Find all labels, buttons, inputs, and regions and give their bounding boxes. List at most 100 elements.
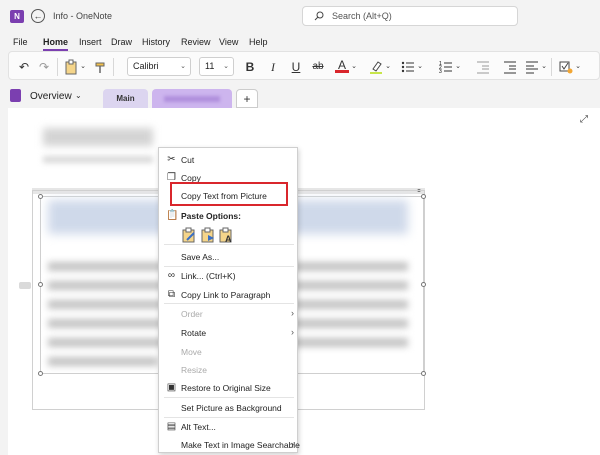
font-color-button[interactable]: A (335, 59, 349, 73)
highlight-box (170, 182, 288, 206)
onenote-icon: N (10, 10, 24, 23)
chevron-down-icon[interactable]: ⌄ (416, 59, 424, 75)
tab-review[interactable]: Review (181, 37, 211, 47)
ribbon-divider (551, 58, 552, 76)
ribbon-toolbar: ↶ ↷ ⌄ Calibri ⌄ 11 ⌄ B I U ab A ⌄ ⌄ ⌄ 1 … (8, 51, 600, 80)
menu-item-restore-size[interactable]: ▣ Restore to Original Size (159, 379, 299, 397)
tab-file[interactable]: File (13, 37, 28, 47)
svg-text:3: 3 (439, 69, 442, 75)
font-size-value: 11 (205, 61, 215, 71)
resize-handle[interactable] (38, 371, 43, 376)
scissors-icon: ✂ (167, 154, 176, 165)
chevron-down-icon[interactable]: ⌄ (574, 59, 582, 75)
resize-handle[interactable] (38, 282, 43, 287)
chevron-down-icon[interactable]: ⌄ (540, 59, 548, 75)
menu-bar: File Home Insert Draw History Review Vie… (0, 34, 600, 51)
svg-text:A: A (225, 234, 232, 243)
restore-size-icon: ▣ (166, 382, 177, 393)
menu-separator (164, 244, 294, 245)
add-section-button[interactable]: + (236, 89, 258, 108)
menu-item-set-picture-background[interactable]: Set Picture as Background (159, 399, 299, 417)
section-tab-main[interactable]: Main (103, 89, 148, 108)
strikethrough-button[interactable]: ab (310, 59, 326, 75)
align-icon[interactable] (525, 59, 539, 75)
menu-item-label: Link... (Ctrl+K) (181, 271, 236, 281)
menu-item-label: Copy Link to Paragraph (181, 290, 271, 300)
title-bar: N ← Info - OneNote Search (Alt+Q) (0, 0, 600, 32)
back-button[interactable]: ← (31, 9, 45, 23)
increase-indent-icon[interactable] (503, 59, 517, 75)
menu-item-paste-options: 📋 Paste Options: (159, 207, 299, 225)
chevron-down-icon[interactable]: ⌄ (350, 59, 358, 75)
menu-item-alt-text[interactable]: ▤ Alt Text... (159, 418, 299, 436)
font-name-select[interactable]: Calibri ⌄ (127, 57, 191, 76)
menu-item-make-text-searchable[interactable]: Make Text in Image Searchable › (159, 436, 300, 454)
format-painter-icon[interactable] (93, 59, 107, 75)
bold-button[interactable]: B (243, 59, 257, 75)
menu-item-rotate[interactable]: Rotate › (159, 324, 299, 342)
paste-merge-formatting-icon[interactable] (200, 227, 216, 243)
window-title: Info - OneNote (53, 11, 113, 21)
numbered-list-icon[interactable]: 1 2 3 (439, 59, 453, 75)
tab-insert[interactable]: Insert (79, 37, 102, 47)
tab-view[interactable]: View (219, 37, 238, 47)
alt-text-icon: ▤ (166, 421, 177, 432)
blurred-page-date (43, 156, 153, 163)
search-placeholder: Search (Alt+Q) (332, 11, 392, 21)
highlighter-icon[interactable] (369, 59, 383, 75)
menu-item-save-as[interactable]: Save As... (159, 248, 299, 266)
menu-item-label: Resize (181, 365, 207, 375)
font-size-select[interactable]: 11 ⌄ (199, 57, 234, 76)
menu-item-label: Order (181, 309, 203, 319)
ribbon-divider (113, 58, 114, 76)
tab-draw[interactable]: Draw (111, 37, 132, 47)
tab-help[interactable]: Help (249, 37, 268, 47)
menu-item-label: Save As... (181, 252, 220, 262)
chevron-right-icon: › (291, 439, 294, 449)
menu-item-label: Restore to Original Size (181, 383, 271, 393)
menu-item-resize[interactable]: Resize (159, 361, 299, 379)
notebook-title[interactable]: Overview (30, 91, 72, 102)
menu-item-label: Paste Options: (181, 211, 241, 221)
notebook-bar: Overview ⌄ Main + (0, 82, 600, 108)
chevron-down-icon: ⌄ (223, 63, 229, 70)
clipboard-icon[interactable] (64, 59, 78, 75)
menu-item-label: Make Text in Image Searchable (181, 440, 300, 450)
paste-text-only-icon[interactable]: A (218, 227, 234, 243)
resize-handle[interactable] (38, 194, 43, 199)
italic-button[interactable]: I (266, 59, 280, 75)
menu-separator (164, 303, 294, 304)
bullet-list-icon[interactable] (401, 59, 415, 75)
menu-item-cut[interactable]: ✂ Cut (159, 151, 299, 169)
expand-icon[interactable]: ⤢ (580, 114, 588, 125)
tab-home[interactable]: Home (43, 37, 69, 51)
paste-keep-formatting-icon[interactable] (181, 227, 197, 243)
blurred-section-label (164, 95, 220, 102)
menu-item-order[interactable]: Order › (159, 305, 299, 323)
search-box[interactable]: Search (Alt+Q) (302, 6, 518, 26)
chevron-down-icon[interactable]: ⌄ (384, 59, 392, 75)
underline-button[interactable]: U (289, 59, 303, 75)
redo-button[interactable]: ↷ (37, 59, 51, 75)
menu-item-copy-link-to-paragraph[interactable]: ⧉ Copy Link to Paragraph (159, 286, 299, 304)
section-tab-blurred[interactable] (152, 89, 232, 108)
chevron-down-icon[interactable]: ⌄ (75, 91, 82, 100)
clipboard-icon: 📋 (166, 210, 179, 221)
menu-item-label: Alt Text... (181, 422, 216, 432)
menu-item-move[interactable]: Move (159, 343, 299, 361)
resize-handle[interactable] (421, 194, 426, 199)
blurred-text-line (48, 357, 158, 366)
resize-handle[interactable] (421, 371, 426, 376)
paste-chevron-icon[interactable]: ⌄ (79, 59, 87, 75)
tag-checkbox-icon[interactable] (559, 59, 573, 75)
chevron-down-icon[interactable]: ⌄ (454, 59, 462, 75)
tab-history[interactable]: History (142, 37, 170, 47)
resize-handle[interactable] (421, 282, 426, 287)
ribbon-divider (57, 58, 58, 76)
decrease-indent-icon[interactable] (476, 59, 490, 75)
font-name-value: Calibri (133, 61, 159, 71)
menu-item-label: Cut (181, 155, 195, 165)
paragraph-handle[interactable] (19, 282, 31, 289)
undo-button[interactable]: ↶ (17, 59, 31, 75)
menu-item-link[interactable]: ∞ Link... (Ctrl+K) (159, 267, 299, 285)
